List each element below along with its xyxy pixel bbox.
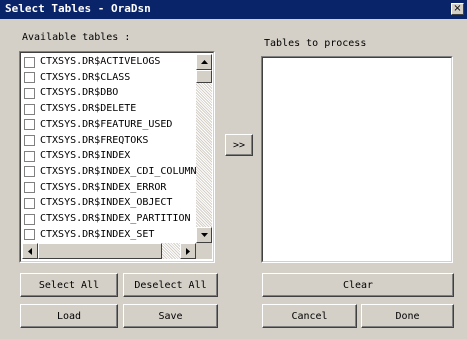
table-checkbox[interactable] bbox=[24, 182, 35, 194]
table-name: CTXSYS.DR$CLASS bbox=[40, 71, 131, 83]
table-list-item[interactable]: CTXSYS.DR$INDEX_SET bbox=[24, 227, 154, 242]
table-name: CTXSYS.DR$INDEX_CDI_COLUMN bbox=[40, 165, 196, 177]
table-list-item[interactable]: CTXSYS.DR$INDEX_PARTITION bbox=[24, 211, 191, 227]
table-checkbox[interactable] bbox=[24, 213, 35, 225]
arrow-right-icon bbox=[186, 247, 190, 255]
arrow-up-icon bbox=[200, 60, 208, 64]
table-list-item[interactable]: CTXSYS.DR$FREQTOKS bbox=[24, 133, 148, 149]
table-name: CTXSYS.DR$FREQTOKS bbox=[40, 134, 149, 146]
table-checkbox[interactable] bbox=[24, 119, 35, 131]
select-tables-dialog: Select Tables - OraDsn × Available table… bbox=[0, 0, 467, 339]
table-checkbox[interactable] bbox=[24, 56, 35, 68]
table-name: CTXSYS.DR$INDEX_SET bbox=[40, 228, 155, 240]
table-list-item[interactable]: CTXSYS.DR$INDEX_CDI_COLUMN bbox=[24, 164, 196, 180]
vertical-scrollbar[interactable] bbox=[196, 54, 212, 243]
tables-to-process-label: Tables to process bbox=[264, 38, 367, 49]
table-name: CTXSYS.DR$INDEX bbox=[40, 150, 131, 162]
close-icon: × bbox=[453, 3, 462, 14]
vertical-scroll-thumb[interactable] bbox=[196, 70, 212, 83]
table-checkbox[interactable] bbox=[24, 197, 35, 209]
table-name: CTXSYS.DR$DELETE bbox=[40, 103, 137, 115]
table-checkbox[interactable] bbox=[24, 103, 35, 115]
table-checkbox[interactable] bbox=[24, 229, 35, 241]
table-list-item[interactable]: CTXSYS.DR$INDEX_ERROR bbox=[24, 180, 166, 196]
close-button[interactable]: × bbox=[451, 3, 464, 15]
available-tables-label: Available tables : bbox=[22, 32, 131, 43]
done-button[interactable]: Done bbox=[361, 304, 454, 328]
table-checkbox[interactable] bbox=[24, 166, 35, 178]
table-list-item[interactable]: CTXSYS.DR$FEATURE_USED bbox=[24, 117, 172, 133]
arrow-down-icon bbox=[200, 233, 208, 237]
table-name: CTXSYS.DR$INDEX_ERROR bbox=[40, 181, 167, 193]
table-name: CTXSYS.DR$INDEX_OBJECT bbox=[40, 197, 173, 209]
horizontal-scrollbar[interactable] bbox=[22, 243, 196, 259]
table-name: CTXSYS.DR$ACTIVELOGS bbox=[40, 56, 161, 67]
tables-to-process-list[interactable] bbox=[261, 56, 453, 263]
window-title: Select Tables - OraDsn bbox=[5, 2, 151, 15]
horizontal-scroll-thumb[interactable] bbox=[38, 243, 162, 259]
scroll-right-button[interactable] bbox=[180, 243, 196, 259]
clear-button[interactable]: Clear bbox=[262, 273, 454, 297]
table-checkbox[interactable] bbox=[24, 150, 35, 162]
table-checkbox[interactable] bbox=[24, 72, 35, 84]
table-name: CTXSYS.DR$FEATURE_USED bbox=[40, 118, 173, 130]
load-button[interactable]: Load bbox=[20, 304, 118, 328]
scroll-down-button[interactable] bbox=[196, 227, 212, 243]
scrollbar-corner bbox=[196, 243, 212, 259]
table-list-item[interactable]: CTXSYS.DR$INDEX bbox=[24, 148, 130, 164]
table-list-item[interactable]: CTXSYS.DR$CLASS bbox=[24, 70, 130, 86]
available-tables-items: CTXSYS.DR$ACTIVELOGS CTXSYS.DR$CLASS CTXSY… bbox=[22, 54, 196, 242]
move-to-process-button[interactable]: >> bbox=[225, 134, 253, 156]
cancel-button[interactable]: Cancel bbox=[262, 304, 357, 328]
deselect-all-button[interactable]: Deselect All bbox=[123, 273, 218, 297]
scroll-left-button[interactable] bbox=[22, 243, 38, 259]
table-list-item[interactable]: CTXSYS.DR$DELETE bbox=[24, 101, 136, 117]
table-name: CTXSYS.DR$INDEX_PARTITION bbox=[40, 213, 191, 224]
table-name: CTXSYS.DR$DBO bbox=[40, 87, 119, 99]
table-checkbox[interactable] bbox=[24, 87, 35, 99]
available-tables-list[interactable]: CTXSYS.DR$ACTIVELOGS CTXSYS.DR$CLASS CTXSY… bbox=[19, 51, 215, 263]
save-button[interactable]: Save bbox=[123, 304, 218, 328]
scroll-up-button[interactable] bbox=[196, 54, 212, 70]
table-list-item[interactable]: CTXSYS.DR$ACTIVELOGS bbox=[24, 54, 160, 70]
select-all-button[interactable]: Select All bbox=[20, 273, 118, 297]
title-bar: Select Tables - OraDsn × bbox=[0, 0, 467, 19]
table-list-item[interactable]: CTXSYS.DR$DBO bbox=[24, 85, 118, 101]
table-checkbox[interactable] bbox=[24, 135, 35, 146]
arrow-left-icon bbox=[28, 247, 32, 255]
table-list-item[interactable]: CTXSYS.DR$INDEX_OBJECT bbox=[24, 195, 172, 211]
